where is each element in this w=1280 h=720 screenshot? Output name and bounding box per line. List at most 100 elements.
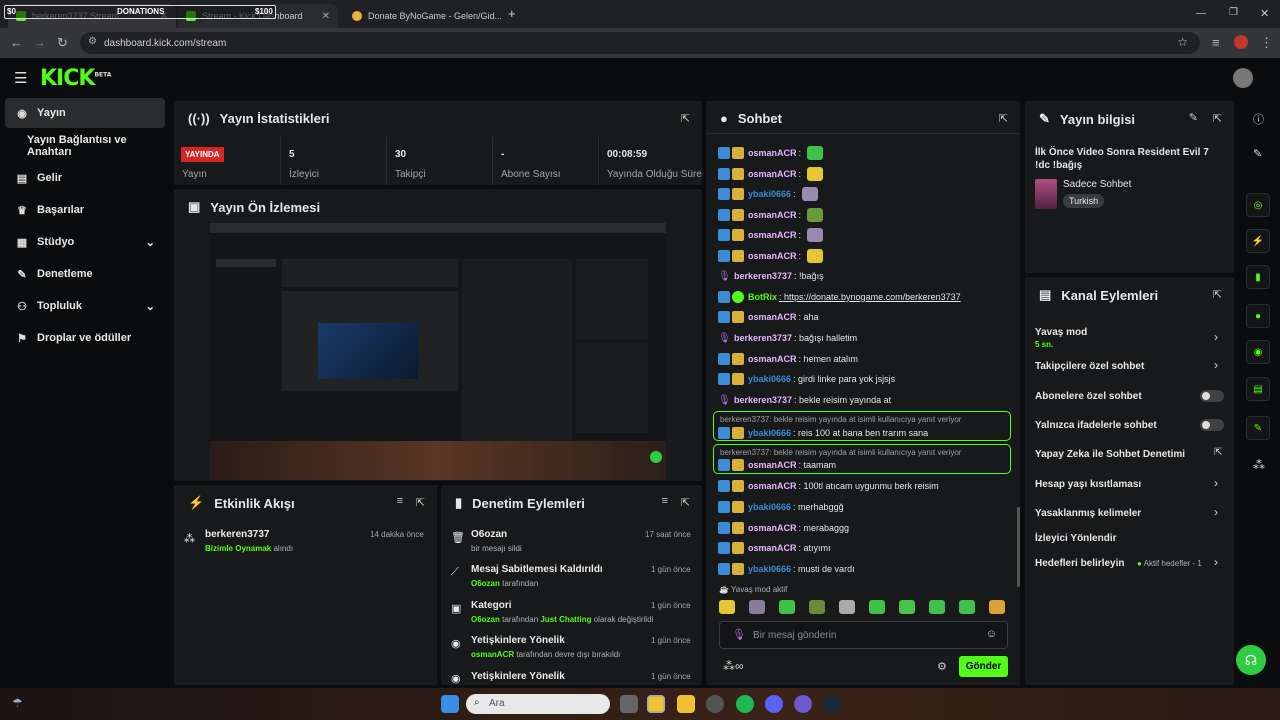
sidebar-item-studio[interactable]: ▦ Stüdyo ⌄ bbox=[5, 227, 165, 257]
chat-username[interactable]: osmanACR bbox=[748, 230, 797, 240]
discord-icon[interactable] bbox=[765, 695, 783, 713]
emote-button[interactable] bbox=[929, 600, 945, 614]
chevron-right-icon[interactable]: › bbox=[1214, 555, 1218, 569]
chat-username[interactable]: berkeren3737 bbox=[734, 271, 792, 281]
banned-words-row[interactable]: Yasaklanmış kelimeler bbox=[1035, 508, 1141, 519]
chat-username[interactable]: berkeren3737 bbox=[734, 395, 792, 405]
popout-icon[interactable]: ⇱ bbox=[681, 496, 690, 509]
app-icon[interactable] bbox=[794, 695, 812, 713]
emote-button[interactable] bbox=[719, 600, 735, 614]
chevron-right-icon[interactable]: › bbox=[1214, 330, 1218, 344]
emote-button[interactable] bbox=[959, 600, 975, 614]
subscribers-only-toggle[interactable] bbox=[1200, 390, 1224, 402]
kick-dots-icon[interactable]: ⁂∞ bbox=[723, 659, 744, 673]
edit-pencil-icon[interactable]: ✎ bbox=[1253, 147, 1262, 160]
emote-button[interactable] bbox=[869, 600, 885, 614]
taskbar-search[interactable]: ⌕ Ara bbox=[466, 694, 610, 714]
chat-username[interactable]: ybaki0666 bbox=[748, 564, 791, 574]
sidebar-item-achievements[interactable]: ♛ Başarılar bbox=[5, 195, 165, 225]
chat-bubble-icon[interactable]: ● bbox=[1246, 304, 1270, 328]
popout-icon[interactable]: ⇱ bbox=[1213, 112, 1222, 125]
chevron-right-icon[interactable]: › bbox=[1214, 358, 1218, 372]
emoji-icon[interactable]: ☺ bbox=[986, 628, 997, 640]
sidebar-item-revenue[interactable]: ▤ Gelir bbox=[5, 163, 165, 193]
lightning-icon[interactable]: ⚡ bbox=[1246, 229, 1270, 253]
chat-username[interactable]: osmanACR bbox=[748, 251, 797, 261]
spotify-icon[interactable] bbox=[736, 695, 754, 713]
channel-actions-icon[interactable]: ▤ bbox=[1246, 377, 1270, 401]
goals-row[interactable]: Hedefleri belirleyin bbox=[1035, 558, 1124, 569]
stream-preview-video[interactable] bbox=[210, 223, 666, 480]
account-age-row[interactable]: Hesap yaşı kısıtlaması bbox=[1035, 479, 1141, 490]
chat-username[interactable]: osmanACR bbox=[748, 523, 797, 533]
broadcast-icon[interactable]: ◉ bbox=[1246, 340, 1270, 364]
sidebar-item-drops[interactable]: ⚑ Droplar ve ödüller bbox=[5, 323, 165, 353]
chat-text[interactable]: : https://donate.bynogame.com/berkeren37… bbox=[779, 292, 961, 302]
external-link-icon[interactable]: ⇱ bbox=[1214, 447, 1222, 458]
ai-moderation-row[interactable]: Yapay Zeka ile Sohbet Denetimi bbox=[1035, 449, 1185, 460]
filter-icon[interactable]: ≡ bbox=[397, 495, 403, 507]
settings-gear-icon[interactable]: ⚙ bbox=[937, 660, 947, 673]
chat-username[interactable]: ybaki0666 bbox=[748, 502, 791, 512]
chat-username[interactable]: osmanACR bbox=[748, 312, 797, 322]
chat-username[interactable]: BotRix bbox=[748, 292, 777, 302]
emote-button[interactable] bbox=[809, 600, 825, 614]
emotes-only-toggle[interactable] bbox=[1200, 419, 1224, 431]
chat-username[interactable]: osmanACR bbox=[748, 148, 797, 158]
url-field[interactable]: ⚙ dashboard.kick.com/stream ☆ bbox=[80, 32, 1200, 54]
emote-button[interactable] bbox=[899, 600, 915, 614]
browser-tab-3[interactable]: Donate ByNoGame - Gelen/Gid... ✕ bbox=[344, 4, 502, 28]
emote-button[interactable] bbox=[779, 600, 795, 614]
bookmark-star-icon[interactable]: ☆ bbox=[1177, 35, 1188, 49]
help-headset-icon[interactable]: ☊ bbox=[1236, 645, 1266, 675]
chevron-right-icon[interactable]: › bbox=[1214, 505, 1218, 519]
sidebar-item-community[interactable]: ⚇ Topluluk ⌄ bbox=[5, 291, 165, 321]
chat-scrollbar[interactable] bbox=[1017, 507, 1020, 587]
sidebar-item-stream-key[interactable]: Yayın Bağlantısı ve Anahtarı bbox=[5, 131, 165, 161]
hamburger-menu-icon[interactable]: ☰ bbox=[14, 69, 27, 87]
clipboard-icon[interactable]: ▮ bbox=[1246, 265, 1270, 289]
emote-button[interactable] bbox=[839, 600, 855, 614]
chat-username[interactable]: osmanACR bbox=[748, 169, 797, 179]
obs-icon[interactable] bbox=[706, 695, 724, 713]
target-icon[interactable]: ◎ bbox=[1246, 193, 1270, 217]
chat-username[interactable]: osmanACR bbox=[748, 481, 797, 491]
sidebar-item-stream[interactable]: ◉ Yayın bbox=[5, 98, 165, 128]
file-explorer-icon[interactable] bbox=[677, 695, 695, 713]
chat-username[interactable]: osmanACR bbox=[748, 210, 797, 220]
close-tab-icon[interactable]: ✕ bbox=[322, 11, 330, 22]
popout-icon[interactable]: ⇱ bbox=[999, 112, 1008, 125]
send-button[interactable]: Gönder bbox=[959, 656, 1008, 677]
forward-icon[interactable]: → bbox=[33, 35, 46, 50]
chat-username[interactable]: osmanACR bbox=[748, 354, 797, 364]
emote-button[interactable] bbox=[989, 600, 1005, 614]
chat-username[interactable]: ybaki0666 bbox=[748, 189, 791, 199]
raid-row[interactable]: İzleyici Yönlendir bbox=[1035, 533, 1117, 544]
new-tab-icon[interactable]: + bbox=[508, 6, 516, 21]
steam-icon[interactable] bbox=[823, 695, 841, 713]
popout-icon[interactable]: ⇱ bbox=[1213, 288, 1222, 301]
microphone-icon[interactable]: 🎙 bbox=[732, 628, 746, 641]
followers-only-row[interactable]: Takipçilere özel sohbet bbox=[1035, 361, 1144, 372]
back-icon[interactable]: ← bbox=[10, 35, 23, 50]
chat-input[interactable]: 🎙 Bir mesaj gönderin ☺ bbox=[719, 621, 1008, 649]
slow-mode-row[interactable]: Yavaş mod 5 sn. bbox=[1035, 327, 1087, 349]
sidebar-item-moderation[interactable]: ✎ Denetleme bbox=[5, 259, 165, 289]
minimize-icon[interactable]: — bbox=[1196, 8, 1206, 19]
chat-username[interactable]: berkeren3737 bbox=[734, 333, 792, 343]
media-control-icon[interactable]: ≡ bbox=[1212, 35, 1220, 50]
wrench-icon[interactable]: ✎ bbox=[1246, 416, 1270, 440]
chrome-icon[interactable] bbox=[647, 695, 665, 713]
close-window-icon[interactable]: ✕ bbox=[1260, 7, 1269, 20]
popout-icon[interactable]: ⇱ bbox=[416, 496, 425, 509]
windows-start-icon[interactable] bbox=[441, 695, 459, 713]
chevron-right-icon[interactable]: › bbox=[1214, 476, 1218, 490]
user-avatar[interactable] bbox=[1233, 68, 1253, 88]
popout-icon[interactable]: ⇱ bbox=[681, 112, 690, 125]
profile-avatar-icon[interactable] bbox=[1234, 35, 1248, 49]
chat-username[interactable]: osmanACR bbox=[748, 543, 797, 553]
maximize-icon[interactable]: ❐ bbox=[1229, 7, 1238, 18]
emote-button[interactable] bbox=[749, 600, 765, 614]
browser-menu-icon[interactable]: ⋮ bbox=[1260, 35, 1273, 51]
task-view-icon[interactable] bbox=[620, 695, 638, 713]
